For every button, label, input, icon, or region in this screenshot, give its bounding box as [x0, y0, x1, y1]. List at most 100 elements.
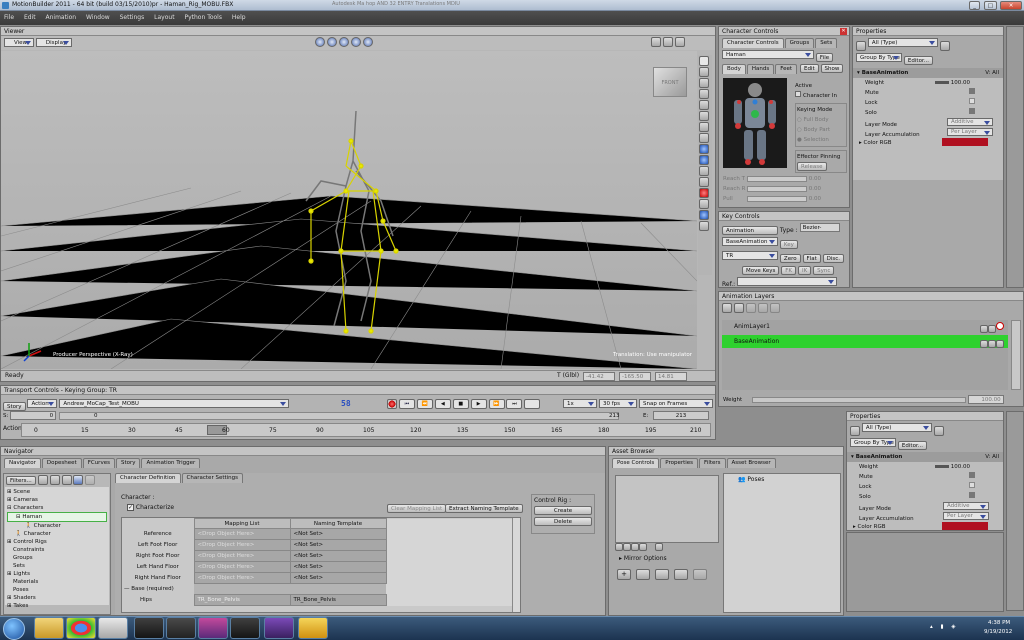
menu-layout[interactable]: Layout [154, 14, 174, 21]
layer-mute-icon[interactable] [996, 339, 1004, 348]
tool-icon-8[interactable] [699, 133, 709, 143]
frame-icon[interactable] [362, 37, 373, 47]
tool-icon-6[interactable] [699, 111, 709, 121]
tree-item-character[interactable]: 🚶 Character [7, 530, 107, 538]
table-row[interactable]: — Base (required) [122, 583, 514, 595]
lock-icon[interactable] [856, 40, 866, 51]
pose-tool-icon[interactable] [623, 543, 631, 551]
next-key-icon[interactable]: ⏩ [488, 399, 505, 409]
tree-item-constraints[interactable]: Constraints [7, 546, 107, 554]
section-header[interactable]: ▾ BaseAnimation V: All [847, 451, 1003, 462]
zero-button[interactable]: Zero [779, 254, 801, 263]
lock-icon-2[interactable] [933, 425, 944, 436]
mute-checkbox[interactable] [969, 87, 975, 94]
zoom-icon[interactable] [350, 37, 361, 47]
tab-properties[interactable]: Properties [660, 458, 699, 468]
fk-button[interactable]: FK [781, 266, 797, 275]
t-y-field[interactable]: -165.50 [619, 372, 651, 381]
lock-checkbox[interactable] [969, 97, 975, 104]
keying-selection[interactable]: ● Selection [797, 135, 845, 145]
display-menu[interactable]: Display [35, 38, 72, 47]
type-field[interactable]: Bezier-Clamp [799, 223, 840, 232]
tab-character-controls[interactable]: Character Controls [722, 38, 784, 48]
pose-tool-icon[interactable] [631, 543, 639, 551]
layer-list-scrollbar[interactable] [1011, 320, 1021, 390]
solo-checkbox[interactable] [969, 491, 975, 498]
settings-icon[interactable] [674, 37, 685, 47]
tab-character-settings[interactable]: Character Settings [181, 473, 244, 483]
weight-value[interactable]: 100.00 [967, 395, 1004, 404]
orbit-icon[interactable] [338, 37, 349, 47]
t-z-field[interactable]: 14.81 [655, 372, 687, 381]
action-select[interactable]: Action [27, 399, 58, 408]
tree-item-sets[interactable]: Sets [7, 562, 107, 570]
solo-checkbox[interactable] [969, 107, 975, 114]
tab-groups[interactable]: Groups [784, 38, 815, 48]
key-button[interactable]: Key [779, 240, 798, 249]
record-button[interactable] [387, 399, 397, 409]
blue-dot-icon[interactable] [699, 210, 709, 220]
tab-sets[interactable]: Sets [815, 38, 838, 48]
character-figure[interactable] [723, 78, 787, 168]
filter-select[interactable]: All (Type) [867, 38, 938, 47]
forward-arrow-icon[interactable] [85, 475, 96, 485]
pose-action-icon[interactable] [673, 569, 688, 580]
play-back-icon[interactable]: ◀ [434, 399, 451, 409]
ref-select[interactable] [737, 277, 838, 286]
pose-tool-icon[interactable] [639, 543, 647, 551]
tab-pose-controls[interactable]: Pose Controls [612, 458, 660, 468]
tab-navigator[interactable]: Navigator [4, 458, 41, 468]
chrome-icon[interactable] [66, 617, 96, 639]
back-arrow-icon[interactable] [73, 475, 84, 485]
move-view-icon[interactable] [315, 37, 325, 47]
layer-mode-select[interactable]: Additive [947, 117, 993, 126]
tool-icon-2[interactable] [699, 67, 709, 77]
viewport[interactable]: FRONT Producer Perspective (X-Ray) Trans… [1, 51, 697, 369]
star-icon[interactable] [699, 199, 709, 209]
disc-button[interactable]: Disc. [822, 254, 845, 263]
table-row[interactable]: Left Foot Floor <Drop Object Here> <Not Se… [122, 539, 514, 551]
group-by-select[interactable]: Group By Type [850, 437, 896, 447]
clock-time[interactable]: 4:38 PM [988, 620, 1010, 626]
color-swatch[interactable] [941, 522, 988, 530]
tree-item-characters[interactable]: ⊟ Characters [7, 504, 107, 512]
editor-button[interactable]: Editor... [903, 55, 933, 65]
pose-action-icon[interactable] [692, 569, 707, 580]
tree-item-groups[interactable]: Groups [7, 554, 107, 562]
t-x-field[interactable]: -41.42 [583, 372, 615, 381]
reach-r-slider[interactable]: Reach R 0.00 [723, 184, 847, 194]
tab-dopesheet[interactable]: Dopesheet [41, 458, 82, 468]
edit-button[interactable]: Edit [799, 64, 819, 73]
speed-select[interactable]: 1x [563, 399, 597, 408]
view-menu[interactable]: View [4, 38, 34, 47]
play-icon[interactable]: ▶ [470, 399, 487, 409]
properties-top-scrollbar[interactable] [1006, 26, 1024, 288]
tab-asset-browser[interactable]: Asset Browser [726, 458, 776, 468]
layout-icon[interactable] [651, 37, 661, 47]
mirror-options[interactable]: ▸ Mirror Options [619, 555, 667, 562]
character-in-checkbox[interactable]: Character In [795, 91, 847, 101]
layer-accum-select[interactable]: Per Layer [947, 127, 993, 136]
minimize-button[interactable]: _ [969, 1, 980, 10]
layer-tool-icon-2[interactable] [745, 303, 756, 313]
mapping-scrollbar[interactable] [512, 518, 520, 612]
app-icon-1[interactable] [98, 617, 128, 639]
tree-item-cameras[interactable]: ⊞ Cameras [7, 496, 107, 504]
e-field[interactable]: 213 [653, 411, 709, 420]
move-keys-button[interactable]: Move Keys [742, 266, 780, 275]
reach-t-slider[interactable]: Reach T 0.00 [723, 174, 847, 184]
lock-icon[interactable] [850, 425, 860, 436]
tool-icon-7[interactable] [699, 122, 709, 132]
close-button[interactable]: ✕ [1000, 1, 1022, 10]
section-header[interactable]: ▾ BaseAnimation V: All [853, 67, 1003, 78]
lock-icon[interactable] [61, 475, 72, 485]
keying-body-part[interactable]: ○ Body Part [797, 125, 845, 135]
winrar-icon[interactable] [198, 617, 228, 639]
line-icon[interactable] [699, 177, 709, 187]
animation-mode-button[interactable]: Animation [722, 226, 778, 235]
tab-hands[interactable]: Hands [746, 64, 775, 74]
menu-help[interactable]: Help [232, 14, 246, 21]
tab-body[interactable]: Body [722, 64, 746, 74]
extract-template-button[interactable]: Extract Naming Template [445, 504, 523, 513]
record-icon[interactable] [699, 188, 709, 198]
